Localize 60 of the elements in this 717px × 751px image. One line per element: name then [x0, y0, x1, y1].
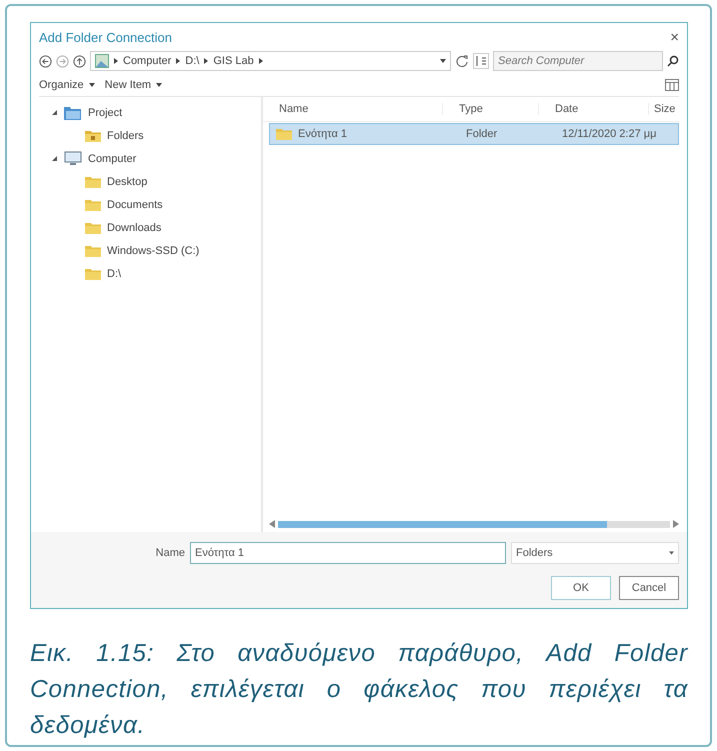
address-bar[interactable]: Computer D:\ GIS Lab — [90, 51, 451, 71]
folder-icon — [85, 176, 101, 188]
tree-item[interactable]: Downloads — [39, 216, 261, 239]
chevron-icon — [258, 58, 263, 64]
dropdown-icon[interactable] — [669, 551, 674, 555]
chevron-icon — [114, 58, 118, 64]
breadcrumb[interactable]: GIS Lab — [213, 55, 254, 67]
name-field[interactable]: Ενότητα 1 — [190, 542, 506, 564]
tree-item[interactable]: Folders — [39, 124, 261, 147]
tree-item[interactable]: Project — [39, 101, 261, 124]
chevron-icon — [176, 58, 180, 64]
expanded-arrow-icon[interactable] — [51, 155, 58, 162]
folder-icon — [85, 268, 101, 280]
name-label: Name — [156, 547, 185, 559]
filter-dropdown[interactable]: Folders — [511, 542, 679, 564]
computer-icon — [64, 151, 82, 166]
tree-item[interactable]: Computer — [39, 147, 261, 170]
location-icon — [95, 54, 109, 68]
file-name: Ενότητα 1 — [298, 128, 347, 140]
file-row[interactable]: Ενότητα 1 Folder 12/11/2020 2:27 μμ — [269, 123, 679, 145]
folder-icon — [85, 222, 101, 234]
ok-button[interactable]: OK — [551, 576, 611, 600]
toolbar-menu-button[interactable]: New Item — [104, 79, 162, 91]
chevron-icon — [204, 58, 208, 64]
folder-icon — [276, 128, 292, 140]
refresh-icon[interactable] — [455, 54, 469, 68]
folder-icon — [85, 130, 101, 142]
project-folder-icon — [64, 106, 82, 120]
up-icon[interactable] — [73, 54, 86, 68]
expanded-arrow-icon[interactable] — [51, 109, 58, 116]
tree-item[interactable]: Desktop — [39, 170, 261, 193]
tree-item[interactable]: Documents — [39, 193, 261, 216]
window-title: Add Folder Connection — [39, 30, 172, 45]
table-cell-text: Folder — [465, 128, 498, 140]
dropdown-icon[interactable] — [440, 59, 446, 63]
search-icon[interactable] — [667, 55, 679, 67]
dropdown-icon[interactable] — [156, 83, 162, 87]
search-field[interactable]: Search Computer — [493, 51, 663, 71]
tree-item[interactable]: Windows-SSD (C:) — [39, 239, 261, 262]
folder-icon — [85, 244, 101, 256]
breadcrumb[interactable]: Computer — [123, 55, 172, 67]
folder-icon — [85, 198, 101, 210]
tree-item[interactable]: D:\ — [39, 262, 261, 285]
horizontal-scrollbar[interactable] — [269, 518, 679, 530]
toolbar-menu-button[interactable]: Organize — [39, 79, 95, 91]
scroll-left-icon[interactable] — [269, 520, 275, 528]
view-options-icon[interactable] — [665, 79, 679, 91]
column-header[interactable]: Name — [263, 103, 443, 115]
table-cell-text: 12/11/2020 2:27 μμ — [561, 128, 656, 140]
cancel-button[interactable]: Cancel — [619, 576, 679, 600]
column-header[interactable]: Type — [443, 103, 539, 115]
sort-icon[interactable] — [473, 53, 489, 69]
back-icon[interactable] — [39, 54, 52, 68]
column-header[interactable]: Size — [649, 103, 679, 115]
close-button[interactable]: × — [670, 29, 679, 46]
breadcrumb[interactable]: D:\ — [185, 55, 200, 67]
figure-caption: Εικ. 1.15: Στο αναδυόμενο παράθυρο, Add Folder Connection, επιλέγεται ο φάκελος που περιέχει τα δεδομένα. — [30, 639, 688, 741]
column-header[interactable]: Date — [539, 103, 649, 115]
dropdown-icon[interactable] — [88, 83, 95, 87]
scroll-right-icon[interactable] — [673, 520, 679, 528]
